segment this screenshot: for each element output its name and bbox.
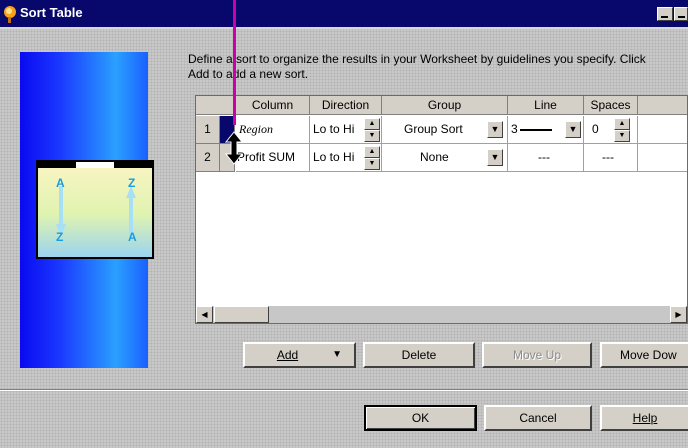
cancel-label: Cancel [519, 411, 557, 425]
sort-grid[interactable]: Column Direction Group Line Spaces 1 Reg… [195, 95, 688, 324]
cell-column[interactable]: Profit SUM [236, 144, 310, 172]
header-direction[interactable]: Direction [310, 96, 382, 115]
cell-spaces[interactable]: --- [584, 144, 638, 172]
art-letter-a: A [56, 176, 65, 190]
chevron-down-icon[interactable]: ▼ [332, 344, 342, 366]
spaces-spinner[interactable]: ▲ ▼ [614, 118, 630, 142]
group-value: None [420, 150, 449, 164]
separator-highlight [0, 390, 688, 391]
dropdown-arrow-icon[interactable]: ▼ [487, 149, 503, 166]
add-label: Add [276, 348, 299, 362]
add-button[interactable]: Add ▼ [243, 342, 356, 368]
art-letter-z: Z [56, 230, 64, 244]
header-blank [638, 96, 687, 115]
dropdown-arrow-icon[interactable]: ▼ [487, 121, 503, 138]
delete-label: Delete [401, 348, 437, 362]
art-letter-a: A [128, 230, 137, 244]
spinner-up-icon[interactable]: ▲ [364, 118, 380, 130]
header-spaces[interactable]: Spaces [584, 96, 638, 115]
direction-spinner[interactable]: ▲ ▼ [364, 146, 380, 170]
cell-column[interactable]: Region [236, 116, 310, 144]
line-value: 3 [511, 122, 518, 136]
cell-line[interactable]: --- [508, 144, 584, 172]
spinner-up-icon[interactable]: ▲ [364, 146, 380, 158]
move-up-button[interactable]: Move Up [482, 342, 592, 368]
header-group[interactable]: Group [382, 96, 508, 115]
direction-value: Lo to Hi [313, 150, 355, 164]
grid-corner [196, 96, 236, 115]
instructions-text: Define a sort to organize the results in… [188, 52, 646, 81]
minimize-button[interactable] [657, 7, 673, 21]
move-up-label: Move Up [512, 348, 562, 362]
ok-label: OK [411, 411, 430, 425]
direction-value: Lo to Hi [313, 122, 355, 136]
art-letter-z: Z [128, 176, 136, 190]
window-title: Sort Table [20, 5, 83, 20]
spaces-value: 0 [592, 122, 599, 136]
resize-cursor-icon [224, 131, 244, 165]
card-header-bar [38, 162, 152, 168]
ok-button[interactable]: OK [364, 405, 477, 431]
header-line[interactable]: Line [508, 96, 584, 115]
pointer-line [233, 0, 236, 125]
help-label: Help [632, 411, 658, 425]
spinner-down-icon[interactable]: ▼ [614, 130, 630, 142]
scroll-right-icon[interactable]: ▶ [670, 306, 687, 323]
row-number[interactable]: 2 [196, 144, 220, 172]
maximize-button[interactable] [674, 7, 688, 21]
spinner-down-icon[interactable]: ▼ [364, 130, 380, 142]
help-button[interactable]: Help [600, 405, 688, 431]
spinner-down-icon[interactable]: ▼ [364, 158, 380, 170]
scroll-left-icon[interactable]: ◀ [196, 306, 213, 323]
line-style-sample [520, 129, 552, 131]
header-column[interactable]: Column [236, 96, 310, 115]
move-down-label: Move Dow [620, 348, 677, 362]
direction-spinner[interactable]: ▲ ▼ [364, 118, 380, 142]
cell-blank [638, 116, 687, 144]
spinner-up-icon[interactable]: ▲ [614, 118, 630, 130]
cancel-button[interactable]: Cancel [484, 405, 592, 431]
row-number[interactable]: 1 [196, 116, 220, 144]
delete-button[interactable]: Delete [363, 342, 475, 368]
horizontal-scrollbar[interactable]: ◀ ▶ [196, 306, 687, 323]
sort-illustration-card: A Z Z A [36, 160, 154, 259]
scroll-thumb[interactable] [214, 306, 269, 323]
app-icon [4, 6, 16, 23]
move-down-button[interactable]: Move Dow [600, 342, 688, 368]
dropdown-arrow-icon[interactable]: ▼ [565, 121, 581, 138]
cell-blank [638, 144, 687, 172]
group-value: Group Sort [404, 122, 463, 136]
title-bar: Sort Table [0, 0, 688, 29]
